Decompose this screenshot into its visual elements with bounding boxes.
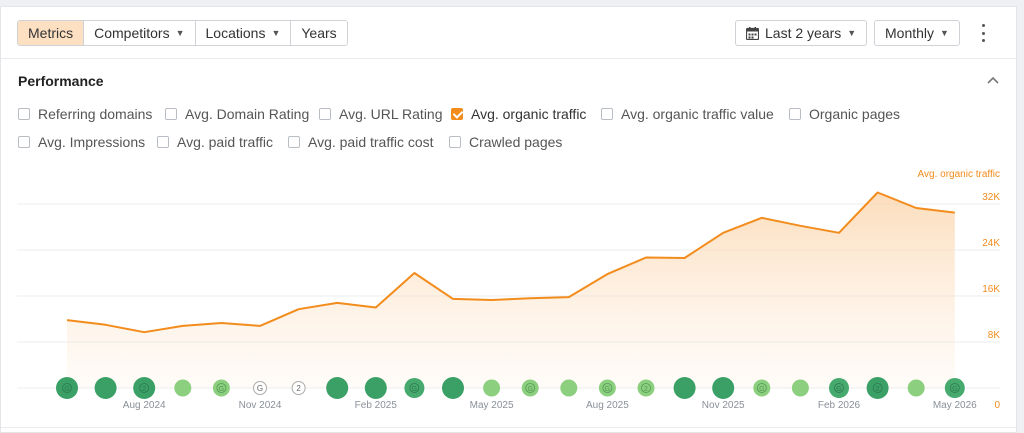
update-marker[interactable] [907, 379, 925, 397]
y-tick-label: 0 [994, 400, 1000, 411]
update-marker[interactable] [712, 377, 735, 399]
y-tick-label: 24K [982, 238, 1000, 249]
update-marker[interactable] [174, 379, 192, 397]
update-marker[interactable] [791, 379, 809, 397]
x-tick-label: Aug 2024 [123, 400, 166, 411]
marker-label: 2 [142, 386, 146, 393]
x-tick-label: Aug 2025 [586, 400, 629, 411]
update-marker[interactable] [442, 377, 464, 399]
series-label: Avg. organic traffic [918, 169, 1000, 180]
marker-label: 2 [296, 384, 301, 393]
x-tick-label: Nov 2024 [239, 400, 282, 411]
x-tick-label: May 2025 [470, 400, 514, 411]
marker-label: G [527, 386, 532, 393]
update-marker[interactable] [560, 379, 578, 397]
marker-label: G [412, 386, 417, 393]
update-marker[interactable] [326, 377, 349, 399]
marker-label: 2 [644, 386, 648, 393]
marker-label: G [219, 386, 224, 393]
organic-traffic-chart: G 2 G G 2 G G G 2 G G 2 G 32K 24K 16K 8K 0 Aug 2024 Nov 20… [17, 169, 1001, 411]
x-tick-label: Feb 2025 [355, 400, 398, 411]
update-marker[interactable] [94, 377, 117, 399]
update-marker[interactable] [673, 377, 696, 399]
x-tick-label: May 2026 [933, 400, 977, 411]
update-marker[interactable] [483, 379, 501, 397]
y-tick-label: 32K [982, 192, 1000, 203]
marker-label: G [64, 386, 69, 393]
marker-label: G [605, 386, 610, 393]
marker-label: G [952, 386, 957, 393]
x-tick-label: Nov 2025 [702, 400, 745, 411]
x-tick-label: Feb 2026 [818, 400, 861, 411]
update-marker[interactable] [364, 377, 387, 399]
y-tick-label: 16K [982, 284, 1000, 295]
y-tick-label: 8K [988, 330, 1001, 341]
area-fill [67, 192, 955, 388]
marker-label: G [257, 384, 263, 393]
marker-label: 2 [876, 386, 880, 393]
marker-label: G [836, 386, 841, 393]
marker-label: G [759, 386, 764, 393]
